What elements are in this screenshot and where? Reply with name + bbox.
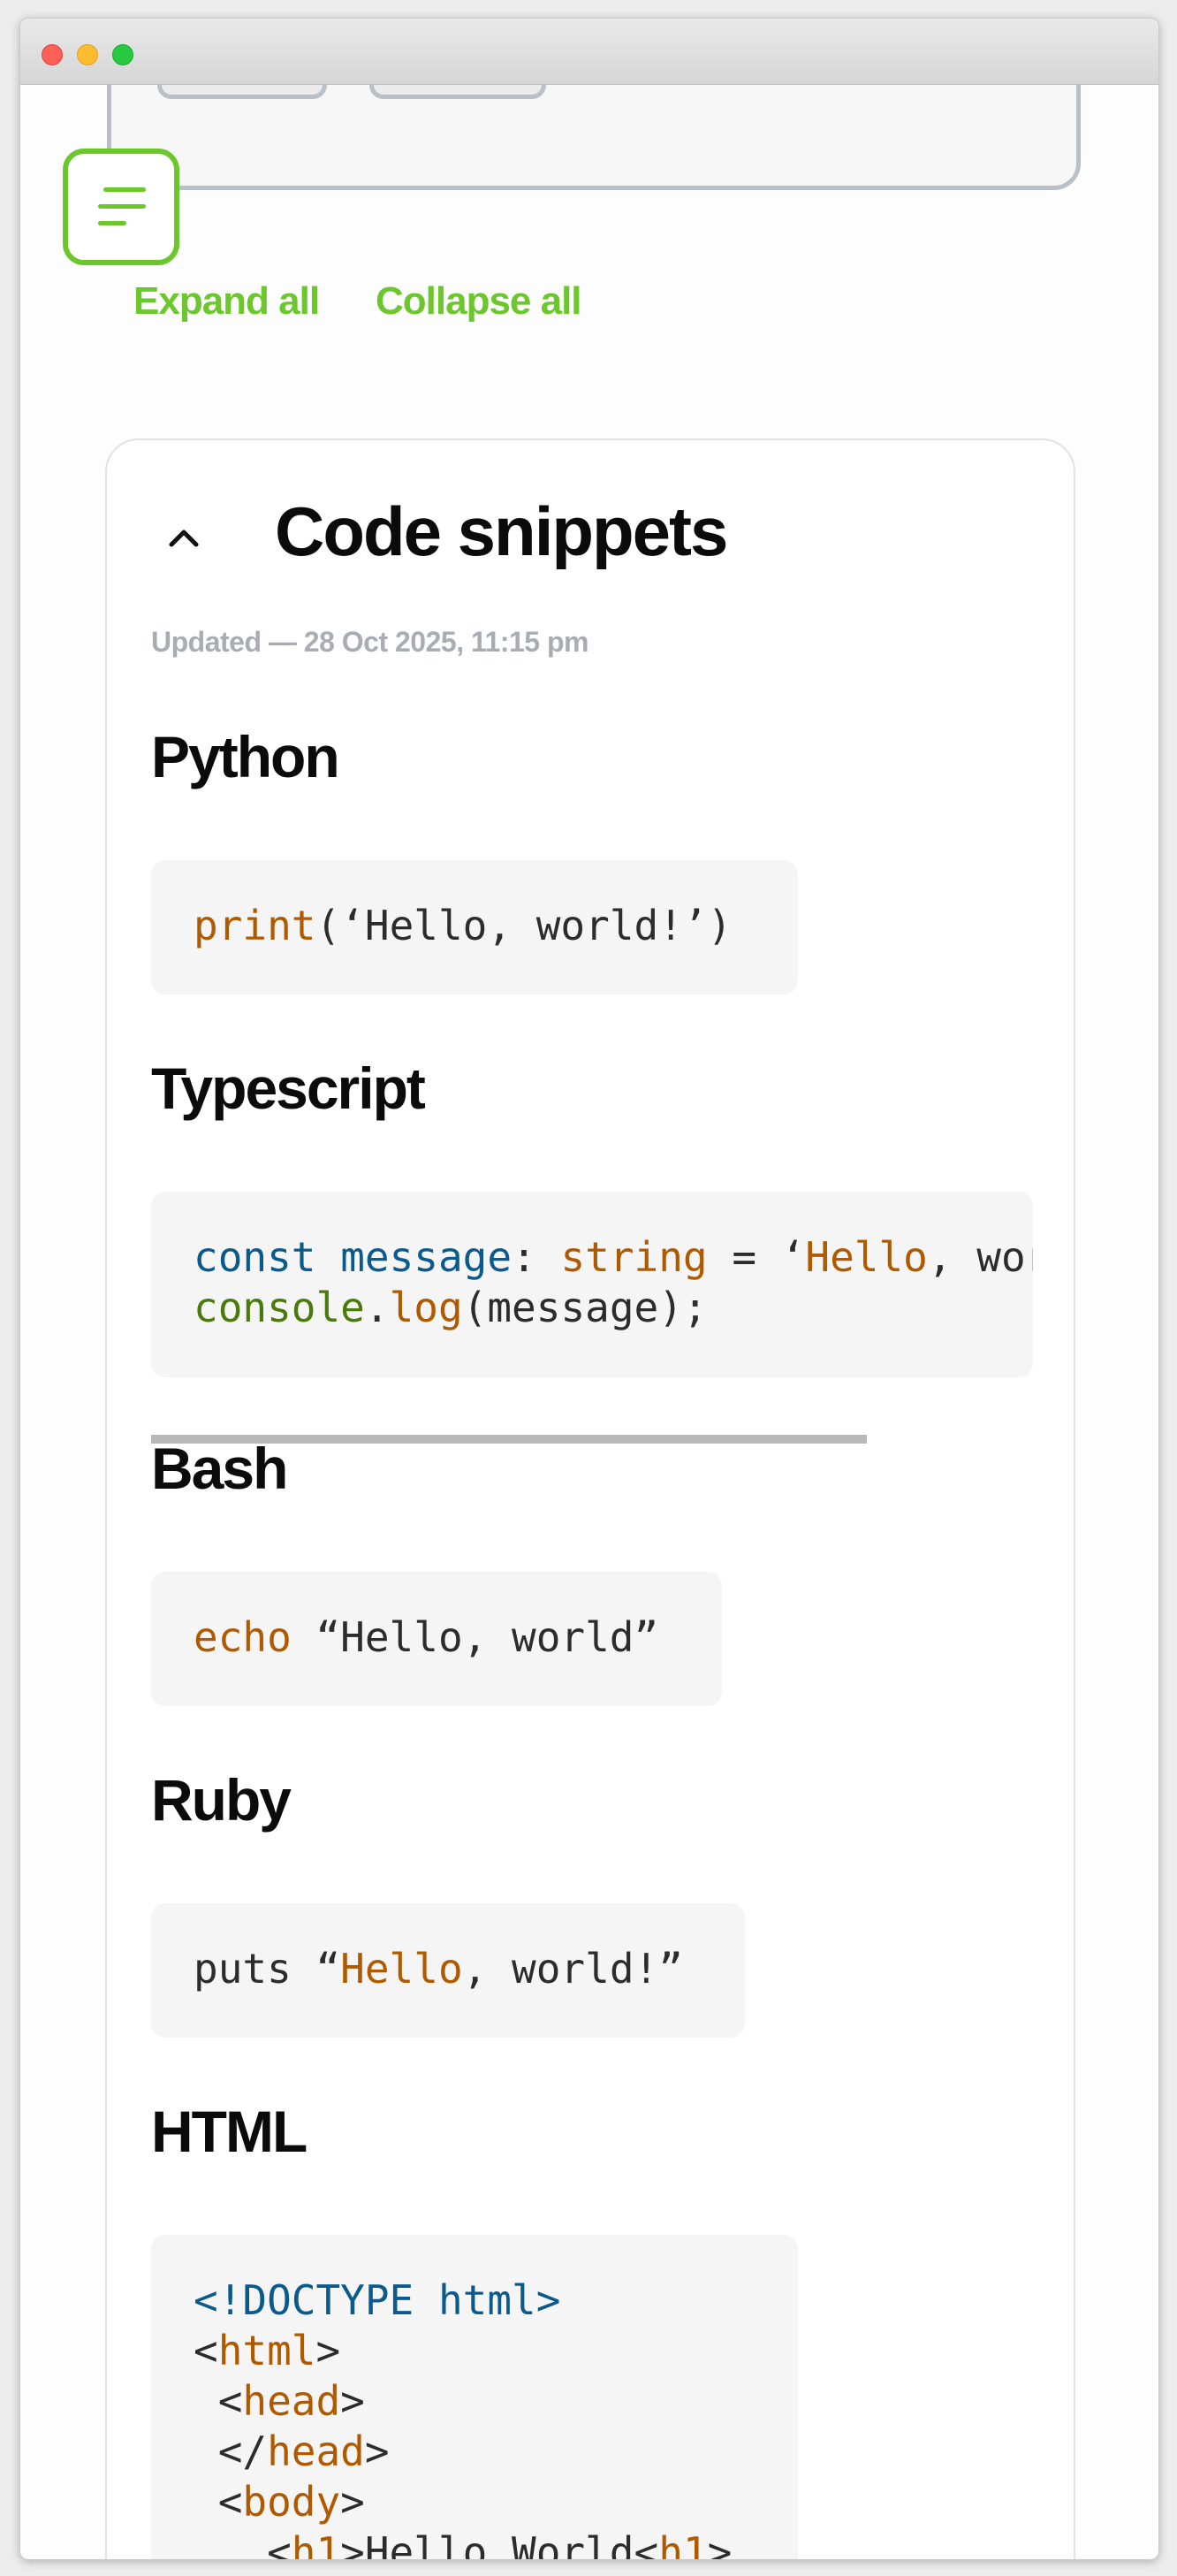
code-token: body <box>242 2478 341 2526</box>
code-token: Hello <box>340 1945 463 1993</box>
code-token: Hello <box>805 1233 928 1281</box>
code-token: >Hello World< <box>340 2528 659 2559</box>
code-token: log <box>389 1284 463 1331</box>
code-token: print <box>194 902 316 949</box>
code-token: <!DOCTYPE html> <box>194 2276 561 2324</box>
menu-button[interactable] <box>63 149 179 265</box>
code-token: (‘Hello, world!’) <box>315 902 733 949</box>
code-block-html: <!DOCTYPE html> <html> <head> </head> <b… <box>151 2235 798 2559</box>
code-token: > <box>364 2427 390 2475</box>
code-block-python: print(‘Hello, world!’) <box>151 860 798 995</box>
code-block-bash: echo “Hello, world” <box>151 1572 722 1706</box>
code-token: message <box>340 1233 513 1281</box>
code-token: string <box>560 1233 708 1281</box>
code-token: echo <box>194 1613 292 1661</box>
code-token: > <box>340 2478 365 2526</box>
zoom-window-button[interactable] <box>112 44 133 65</box>
code-snippets-card: Code snippets Updated — 28 Oct 2025, 11:… <box>105 438 1075 2559</box>
code-token: < <box>194 2377 243 2425</box>
minimize-window-button[interactable] <box>77 44 98 65</box>
collapse-all-link[interactable]: Collapse all <box>376 279 582 324</box>
language-heading-python: Python <box>151 724 340 789</box>
code-token: > <box>707 2528 733 2559</box>
code-token: head <box>267 2427 365 2475</box>
code-token: html <box>217 2327 316 2374</box>
code-block-typescript[interactable]: const message: string = ‘Hello, world!’;… <box>151 1192 1033 1377</box>
code-token: h1 <box>291 2528 341 2559</box>
code-token: > <box>340 2377 365 2425</box>
code-token: = ‘ <box>707 1233 806 1281</box>
form-card: Cancel Submit <box>107 85 1081 190</box>
code-token: < <box>194 2327 218 2374</box>
code-token: : <box>512 1233 561 1281</box>
code-token: const <box>194 1233 316 1281</box>
code-token: , world!” <box>462 1945 683 1993</box>
code-token: head <box>242 2377 341 2425</box>
updated-timestamp: Updated — 28 Oct 2025, 11:15 pm <box>151 626 588 658</box>
code-token: < <box>194 2478 243 2526</box>
code-token: console <box>194 1284 365 1331</box>
code-token: . <box>364 1284 390 1331</box>
chevron-up-icon[interactable] <box>169 522 199 552</box>
code-token: “Hello, world” <box>291 1613 659 1661</box>
close-window-button[interactable] <box>42 44 63 65</box>
language-heading-typescript: Typescript <box>151 1056 426 1121</box>
code-token: h1 <box>658 2528 708 2559</box>
browser-window: Cancel Submit Expand all Collapse all Co… <box>19 18 1159 2560</box>
language-heading-ruby: Ruby <box>151 1767 292 1833</box>
code-block-ruby: puts “Hello, world!” <box>151 1903 745 2038</box>
code-token: , world!’; <box>927 1233 1033 1281</box>
language-heading-bash: Bash <box>151 1436 288 1501</box>
card-title: Code snippets <box>275 492 728 570</box>
title-bar <box>20 19 1158 85</box>
cancel-button[interactable]: Cancel <box>157 85 327 99</box>
submit-button[interactable]: Submit <box>369 85 546 99</box>
code-token: < <box>194 2528 292 2559</box>
code-token: (message); <box>462 1284 708 1331</box>
code-token: puts “ <box>194 1945 341 1993</box>
page-content: Cancel Submit Expand all Collapse all Co… <box>20 85 1158 2559</box>
code-token: > <box>315 2327 341 2374</box>
code-token: </ <box>194 2427 268 2475</box>
language-heading-html: HTML <box>151 2099 308 2164</box>
expand-all-link[interactable]: Expand all <box>133 279 320 324</box>
